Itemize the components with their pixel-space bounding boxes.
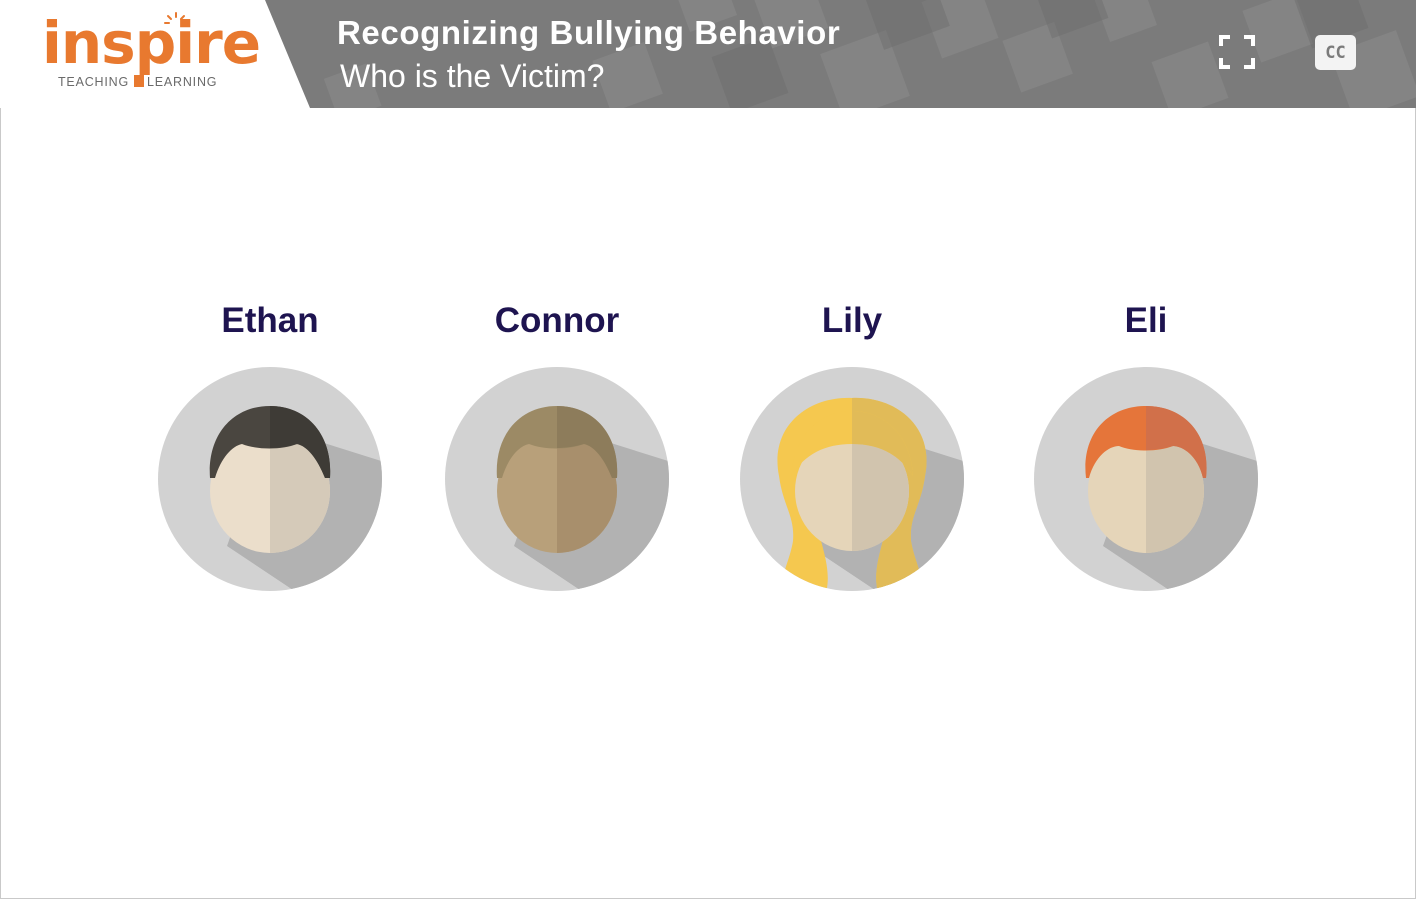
person-name: Lily [821,301,883,340]
logo-panel: inspire TEACHING LEARNING [0,0,310,108]
avatar-boy-light-brown-hair-icon [445,367,669,591]
person-name: Ethan [221,301,319,340]
person-card-ethan[interactable]: Ethan [140,296,400,592]
avatar-girl-blonde-hair-icon [740,367,964,591]
person-card-eli[interactable]: Eli [1016,296,1276,592]
avatar-boy-red-hair-icon [1034,367,1258,591]
slide-subtitle: Who is the Victim? [340,58,605,94]
logo-sun-icon [164,12,188,24]
person-card-lily[interactable]: Lily [722,296,982,592]
slide-title: Recognizing Bullying Behavior [337,14,841,51]
closed-captions-button[interactable]: CC [1315,35,1356,70]
person-name: Connor [494,301,620,340]
slide-header: inspire TEACHING LEARNING Recognizing Bul… [0,0,1416,108]
fullscreen-button[interactable] [1218,34,1256,70]
logo-tagline: TEACHING LEARNING [58,75,217,89]
logo-tag-learning: LEARNING [147,75,218,89]
logo-divider [134,75,144,87]
logo-tag-teaching: TEACHING [58,75,129,89]
logo-wordmark: inspire [42,9,261,77]
avatar-boy-dark-hair-icon [158,367,382,591]
fullscreen-icon [1219,35,1255,69]
cc-label: CC [1325,42,1346,63]
person-name: Eli [1124,301,1168,340]
person-card-connor[interactable]: Connor [427,296,687,592]
